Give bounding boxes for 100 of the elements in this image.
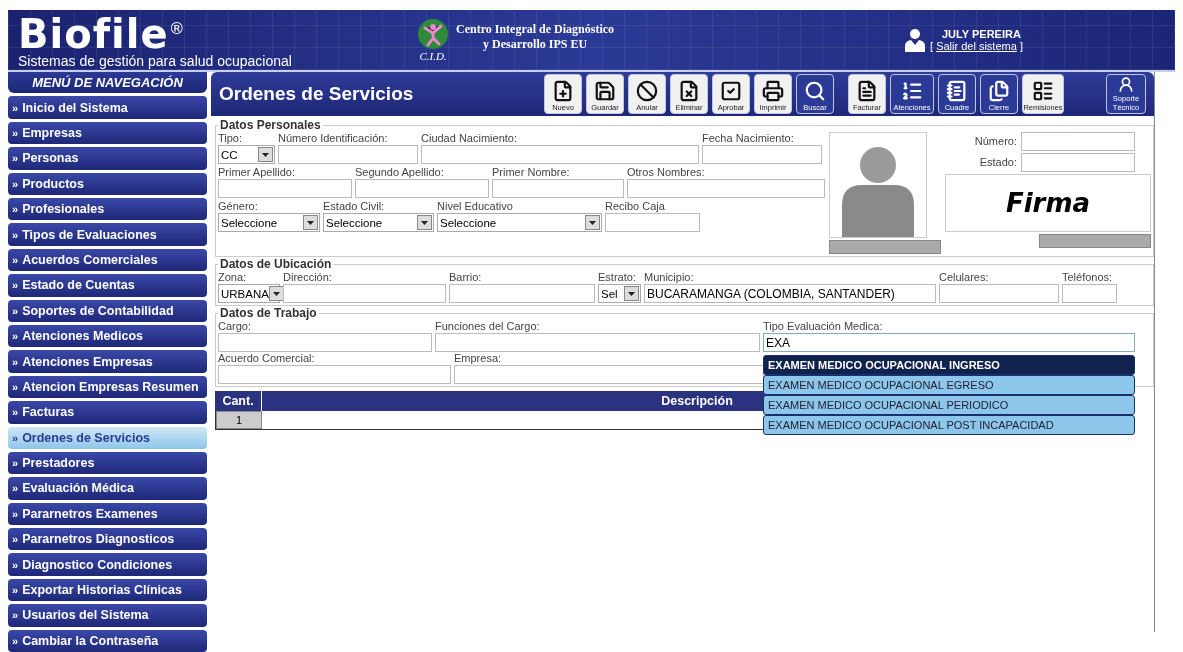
- nav-item[interactable]: » Ordenes de Servicios: [8, 426, 207, 449]
- input-field[interactable]: [1021, 153, 1135, 172]
- field-label: Primer Nombre:: [492, 166, 571, 179]
- suggestion-item[interactable]: EXAMEN MEDICO OCUPACIONAL EGRESO: [763, 375, 1135, 395]
- toolbar-icon: [762, 80, 784, 102]
- suggestion-item[interactable]: EXAMEN MEDICO OCUPACIONAL POST INCAPACIDAD: [763, 415, 1135, 435]
- nav-item[interactable]: » Atenciones Empresas: [8, 350, 207, 373]
- field-label: Ciudad Nacimiento:: [421, 132, 518, 145]
- nav-item[interactable]: » Evaluación Médica: [8, 477, 207, 500]
- partner-name: Centro Integral de Diagnóstico: [456, 22, 615, 37]
- field-label: Funciones del Cargo:: [435, 320, 541, 333]
- field-label: Fecha Nacimiento:: [702, 132, 795, 145]
- nav-item[interactable]: » Exportar Historias Clínicas: [8, 578, 207, 602]
- toolbar-icon: [946, 80, 968, 102]
- toolbar-icon: [594, 80, 616, 102]
- nav-item[interactable]: » Atencion Empresas Resumen: [8, 375, 207, 399]
- input-field[interactable]: [218, 365, 451, 384]
- input-field[interactable]: [702, 145, 822, 164]
- field-label: Acuerdo Comercial:: [218, 352, 316, 365]
- field-label: Celulares:: [939, 271, 990, 284]
- logout-link[interactable]: Salir del sistema: [936, 40, 1017, 52]
- toolbar-icon: [678, 80, 700, 102]
- nav-item[interactable]: » Cambiar la Contraseña: [8, 629, 207, 652]
- nav-item[interactable]: » Productos: [8, 172, 207, 195]
- input-field[interactable]: EXA: [763, 333, 1135, 352]
- nav-item[interactable]: » Empresas: [8, 121, 207, 145]
- field-label: Empresa:: [454, 352, 503, 365]
- nav-item[interactable]: » Prestadores: [8, 451, 207, 475]
- suggestion-item[interactable]: EXAMEN MEDICO OCUPACIONAL PERIODICO: [763, 395, 1135, 415]
- select-field[interactable]: Seleccione: [218, 213, 320, 232]
- toolbar-icon: [804, 80, 826, 102]
- select-field[interactable]: CC: [218, 145, 275, 164]
- nav-item[interactable]: » Personas: [8, 147, 207, 170]
- input-field[interactable]: [218, 179, 352, 198]
- field-label: Barrio:: [449, 271, 483, 284]
- nav-item[interactable]: » Atenciones Medicos: [8, 324, 207, 348]
- signature-box: Firma: [945, 174, 1151, 232]
- field-label: Cargo:: [218, 320, 253, 333]
- field-label: Tipo:: [218, 132, 244, 145]
- toolbar-icon: [988, 80, 1010, 102]
- field-label: Número Identificación:: [278, 132, 389, 145]
- input-field[interactable]: [454, 365, 764, 384]
- nav-item[interactable]: » Soportes de Contabilidad: [8, 299, 207, 322]
- nav-item[interactable]: » Facturas: [8, 401, 207, 424]
- nav-item[interactable]: » Diagnostico Condiciones: [8, 553, 207, 576]
- nav-item[interactable]: » Inicio del Sistema: [8, 96, 207, 119]
- input-field[interactable]: [283, 284, 446, 303]
- input-field[interactable]: [1021, 132, 1135, 151]
- input-field[interactable]: [355, 179, 489, 198]
- user-name: JULY PEREIRA: [942, 28, 1021, 40]
- brand-tagline: Sistemas de gestión para salud ocupacional: [18, 52, 293, 69]
- nav-item[interactable]: » Usuarios del Sistema: [8, 604, 207, 627]
- section-legend: Datos de Trabajo: [218, 306, 319, 320]
- input-field[interactable]: [492, 179, 624, 198]
- toolbar-icon: [1032, 80, 1054, 102]
- bracket-text: [: [930, 40, 934, 52]
- toolbar-icon: [901, 80, 923, 102]
- input-field[interactable]: [1062, 284, 1117, 303]
- select-field[interactable]: URBANA: [218, 284, 280, 303]
- nav-item[interactable]: » Tipos de Evaluaciones: [8, 223, 207, 246]
- person-placeholder-icon: [829, 132, 927, 238]
- input-field[interactable]: [939, 284, 1059, 303]
- input-field[interactable]: [218, 333, 432, 352]
- nav-item[interactable]: » Acuerdos Comerciales: [8, 248, 207, 272]
- input-field[interactable]: BUCARAMANGA (COLOMBIA, SANTANDER): [644, 284, 936, 303]
- quantity-cell: 1: [216, 411, 262, 429]
- bracket-text: ]: [1019, 40, 1023, 52]
- input-field[interactable]: [435, 333, 760, 352]
- section-legend: Datos Personales: [218, 118, 323, 132]
- nav-item[interactable]: » Pararnetros Examenes: [8, 502, 207, 526]
- nav-item[interactable]: » Pararnetros Diagnosticos: [8, 528, 207, 551]
- section-legend: Datos de Ubicación: [218, 257, 334, 271]
- input-field[interactable]: [278, 145, 418, 164]
- field-label: Estrato:: [598, 271, 637, 284]
- partner-logo-icon: [416, 18, 450, 50]
- field-label: Género:: [218, 200, 259, 213]
- field-label: Estado Civil:: [323, 200, 386, 213]
- field-label: Teléfonos:: [1062, 271, 1114, 284]
- input-field[interactable]: [449, 284, 595, 303]
- select-field[interactable]: Seleccione: [437, 213, 602, 232]
- brand-logo: Biofile$^{®}$: [18, 11, 186, 53]
- user-icon: [904, 28, 926, 52]
- field-label: Estado:: [979, 156, 1017, 169]
- select-field[interactable]: Sel: [598, 284, 641, 303]
- field-label: Segundo Apellido:: [355, 166, 445, 179]
- suggestion-item[interactable]: EXAMEN MEDICO OCUPACIONAL INGRESO: [763, 355, 1135, 375]
- field-label: Dirección:: [283, 271, 333, 284]
- select-field[interactable]: Seleccione: [323, 213, 434, 232]
- input-field[interactable]: [421, 145, 699, 164]
- partner-name: y Desarrollo IPS EU: [482, 37, 589, 52]
- field-label: Municipio:: [644, 271, 695, 284]
- input-field[interactable]: [627, 179, 825, 198]
- nav-item[interactable]: » Profesionales: [8, 198, 207, 221]
- input-field[interactable]: [605, 213, 700, 232]
- field-label: Zona:: [218, 271, 248, 284]
- nav-item[interactable]: » Estado de Cuentas: [8, 274, 207, 297]
- field-label: Otros Nombres:: [627, 166, 706, 179]
- field-label: Recibo Caja: [605, 200, 666, 213]
- toolbar-icon: [636, 80, 658, 102]
- field-label: Número:: [974, 135, 1017, 148]
